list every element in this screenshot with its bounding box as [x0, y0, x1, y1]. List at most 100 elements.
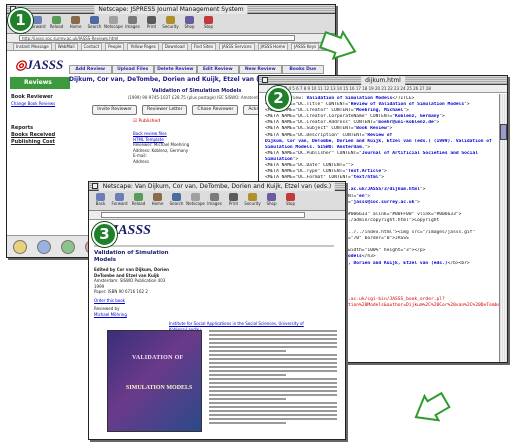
books-received-link[interactable]: Books Received	[11, 132, 63, 139]
source-markup-end: ">	[378, 175, 384, 181]
window2-title: dijkum.html	[361, 76, 405, 85]
stop-button[interactable]: Stop	[200, 15, 217, 33]
browser-toolbar: BackForwardReload Home SearchNetscapeImage…	[89, 191, 345, 211]
print-button[interactable]: Print	[143, 15, 160, 33]
print-label: Print	[146, 23, 157, 29]
location-field[interactable]: http://jasss.soc.surrey.ac.uk/JASSS-Revi…	[19, 35, 295, 41]
text-line	[209, 402, 337, 404]
text-line	[209, 346, 337, 348]
bookmark-item[interactable]: Instant Message	[13, 43, 52, 50]
divider	[94, 245, 334, 247]
search-button[interactable]: Search	[168, 192, 185, 210]
images-label: Images	[125, 23, 140, 29]
mail-icon[interactable]	[37, 239, 51, 254]
source-value: Simulation Models. SISWO: Amsterdam.	[265, 144, 365, 150]
window3-titlebar[interactable]: Netscape: Van Dijkum, Cor van, DeTombe, …	[89, 182, 345, 191]
scroll-thumb[interactable]	[500, 124, 507, 140]
close-box-icon[interactable]	[92, 183, 98, 189]
window1-titlebar[interactable]: Netscape: JSPRESS Journal Management Sys…	[7, 5, 335, 14]
back-review-files-link[interactable]: Back review files	[133, 131, 167, 136]
images-icon	[128, 15, 137, 24]
close-box-icon[interactable]	[262, 77, 268, 83]
vertical-scrollbar[interactable]	[499, 94, 507, 362]
search-label: Search	[169, 200, 184, 206]
source-value: Journal of Artificial Societies and Soci…	[361, 150, 478, 156]
home-button[interactable]: Home	[67, 15, 84, 33]
stop-button[interactable]: Stop	[282, 192, 299, 210]
netscape-icon	[191, 192, 200, 201]
netscape-label: Netscape	[186, 200, 205, 206]
book-heading: Validation of Simulation Models	[94, 250, 169, 263]
images-button[interactable]: Images	[124, 15, 141, 33]
tab-add-review[interactable]: Add Review	[69, 65, 112, 74]
publishing-cost-link[interactable]: Publishing Cost	[11, 139, 63, 146]
bookmark-item[interactable]: JASSS Services	[218, 43, 255, 50]
bookmark-item[interactable]: People	[105, 43, 125, 50]
published-review-window: Netscape: Van Dijkum, Cor van, DeTombe, …	[88, 181, 346, 440]
print-button[interactable]: Print	[225, 192, 242, 210]
back-icon	[96, 192, 105, 201]
home-button[interactable]: Home	[149, 192, 166, 210]
bookmark-item[interactable]: Contact	[80, 43, 103, 50]
reload-button[interactable]: Reload	[130, 192, 147, 210]
home-label: Home	[151, 200, 164, 206]
home-icon	[153, 192, 162, 201]
tab-books-due[interactable]: Books Due	[281, 65, 324, 74]
search-button[interactable]: Search	[86, 15, 103, 33]
source-value: text/html	[353, 175, 379, 181]
arrow-left-down-icon	[414, 392, 451, 422]
window2-titlebar[interactable]: dijkum.html	[259, 76, 507, 85]
security-button[interactable]: Security	[162, 15, 179, 33]
composer-icon[interactable]	[61, 239, 75, 254]
back-button[interactable]: Back	[92, 192, 109, 210]
reviewer-link[interactable]: Michael Möhring	[94, 312, 189, 318]
source-markup-end: ">	[381, 169, 387, 175]
bookmark-item[interactable]: Find Sites	[190, 43, 216, 50]
html-template-link[interactable]: HTML Template	[133, 137, 164, 142]
security-button[interactable]: Security	[244, 192, 261, 210]
source-value: moehr@uni-koblenz.de	[378, 120, 434, 126]
shop-label: Shop	[184, 23, 195, 29]
source-value: Moehring, Michael	[356, 108, 404, 114]
source-line: <META NAME="DC.Publisher" CONTENT="Journ…	[265, 151, 495, 157]
shop-icon	[267, 192, 276, 201]
source-markup-end: ">	[364, 193, 371, 199]
netscape-button[interactable]: Netscape	[104, 15, 123, 33]
reviewer-letter-button[interactable]: Reviewer Letter	[141, 105, 188, 115]
text-line	[209, 370, 337, 372]
netscape-button[interactable]: Netscape	[186, 192, 205, 210]
source-markup-end: ">	[364, 144, 371, 150]
text-line	[209, 390, 337, 392]
bookmark-item[interactable]: WebMail	[54, 43, 78, 50]
tab-delete-review[interactable]: Delete Review	[154, 65, 197, 74]
shop-icon	[185, 15, 194, 24]
location-field[interactable]	[101, 212, 305, 218]
source-markup: <META NAME="DC.Subject" CONTENT="	[265, 126, 357, 132]
tab-new-review[interactable]: New Review	[239, 65, 282, 74]
bookmark-item[interactable]: Yellow Pages	[127, 43, 159, 50]
images-button[interactable]: Images	[206, 192, 223, 210]
shop-button[interactable]: Shop	[181, 15, 198, 33]
bookmark-item[interactable]: Download	[161, 43, 188, 50]
reload-button[interactable]: Reload	[48, 15, 65, 33]
location-bar	[89, 211, 345, 220]
tab-upload-files[interactable]: Upload Files	[111, 65, 154, 74]
browser-toolbar: BackForwardReloadHomeSearchNetscapeImage…	[7, 14, 335, 34]
checkbox-icon[interactable]: ☑	[133, 119, 137, 124]
bookmark-item[interactable]: JASSS Home	[257, 43, 289, 50]
shop-button[interactable]: Shop	[263, 192, 280, 210]
cover-title-line2: SIMULATION MODELS	[126, 385, 193, 391]
netscape-icon	[109, 15, 118, 24]
text-line	[209, 378, 337, 380]
source-markup-end: ">	[386, 126, 393, 132]
book-info: Validation of Simulation Models Edited b…	[94, 250, 189, 317]
stop-label: Stop	[203, 23, 214, 29]
forward-button[interactable]: Forward	[111, 192, 128, 210]
chase-reviewer-button[interactable]: Chase Reviewer	[192, 105, 239, 115]
invite-reviewer-button[interactable]: Invite Reviewer	[92, 105, 137, 115]
text-line	[209, 406, 337, 408]
search-icon	[90, 15, 99, 24]
navigator-icon[interactable]	[13, 239, 27, 254]
bookmark-item[interactable]: JASSS Keys	[291, 43, 320, 50]
tab-edit-review[interactable]: Edit Review	[196, 65, 239, 74]
